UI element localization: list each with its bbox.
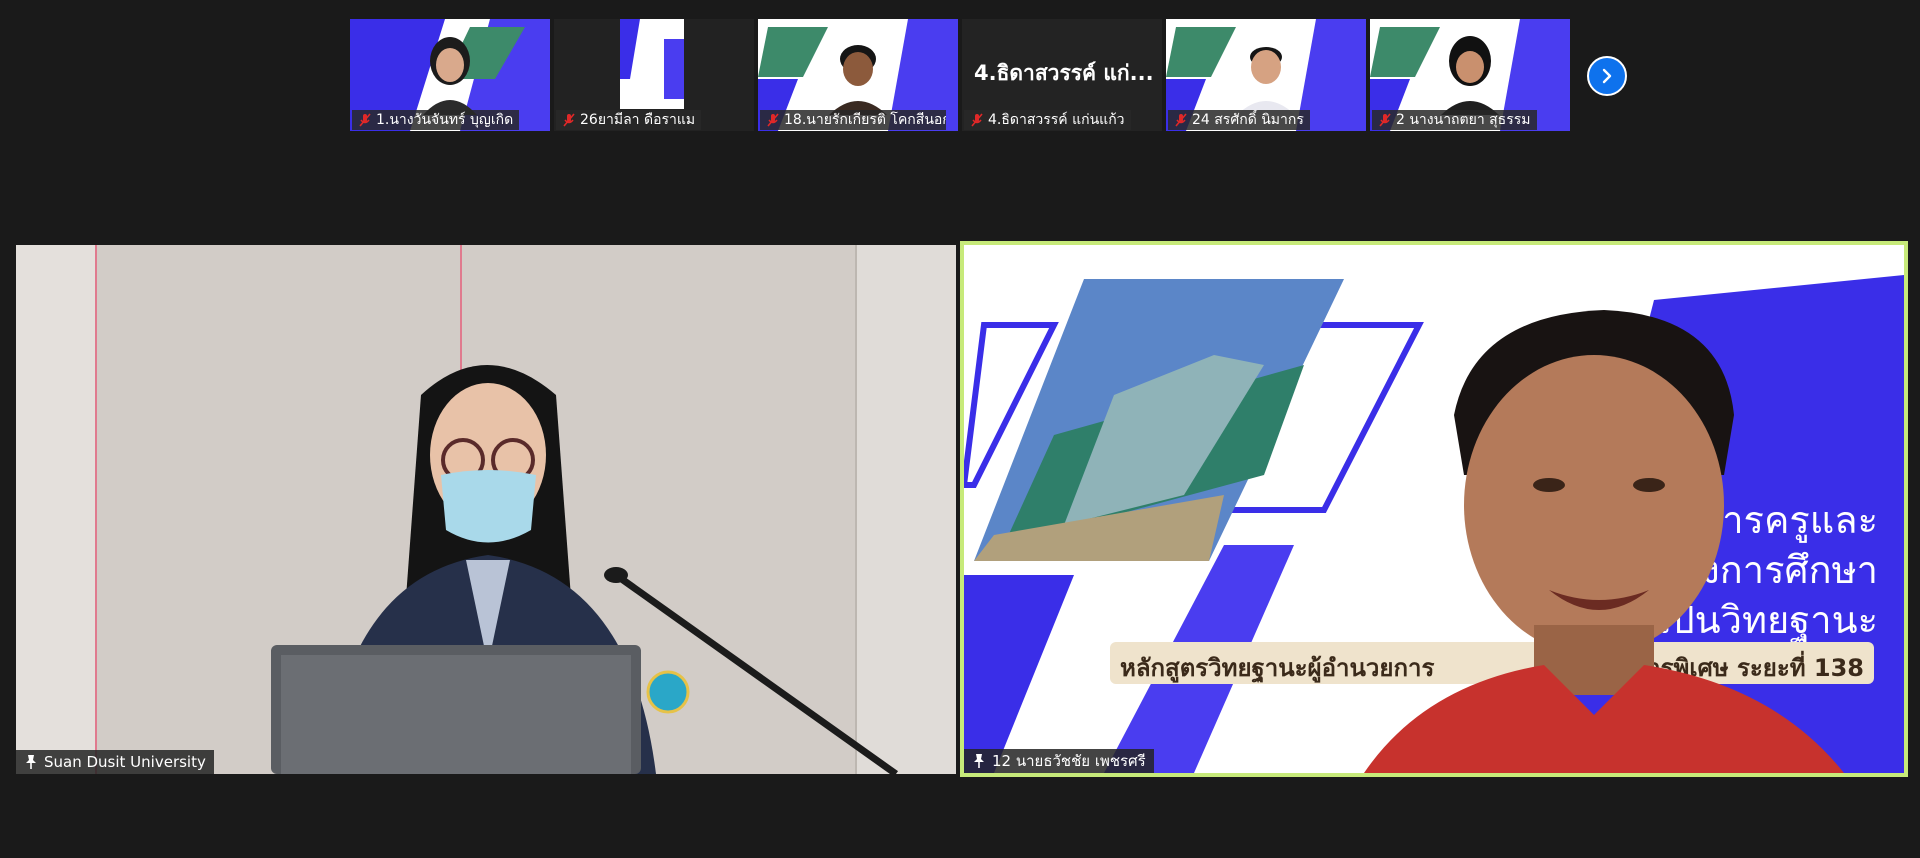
participant-name-tag: 1.นางวันจันทร์ บุญเกิด [352,110,520,130]
participant-thumbnail[interactable]: 4.ธิดาสวรรค์ แก่... 4.ธิดาสวรรค์ แก่นแก้… [962,19,1162,131]
participant-display-name: 4.ธิดาสวรรค์ แก่... [974,61,1154,85]
muted-mic-icon [563,113,575,127]
participant-thumbnail[interactable]: 1.นางวันจันทร์ บุญเกิด [350,19,550,131]
muted-mic-icon [359,113,371,127]
participant-name: 24 สรศักดิ์ นิมากร [1192,112,1304,128]
next-page-button[interactable] [1587,56,1627,96]
participant-video [16,245,956,774]
participant-name: 4.ธิดาสวรรค์ แก่นแก้ว [988,112,1125,128]
participant-thumbnail[interactable]: 26ยามีลา ดือราแม [554,19,754,131]
participant-thumbnail[interactable]: 24 สรศักดิ์ นิมากร [1166,19,1366,131]
participant-video [1441,36,1499,115]
participant-name-tag: 24 สรศักดิ์ นิมากร [1168,110,1310,130]
video-tile-active-speaker[interactable]: ราชการครูและ รทางการศึกษา นเป็นวิทยฐานะ … [960,241,1908,777]
participant-video [1237,47,1295,115]
muted-mic-icon [1379,113,1391,127]
participant-video [1364,310,1844,773]
participant-name-tag: 4.ธิดาสวรรค์ แก่นแก้ว [964,110,1131,130]
tile-name-tag: Suan Dusit University [16,750,214,774]
muted-mic-icon [1175,113,1187,127]
participant-name-tag: 26ยามีลา ดือราแม [556,110,702,130]
tile-name: Suan Dusit University [44,753,206,771]
participant-name-tag: 18.นายรักเกียรติ โคกสีนอก [760,110,946,130]
participant-name: 2 นางนาถตยา สุธรรม [1396,112,1531,128]
participant-name: 18.นายรักเกียรติ โคกสีนอก [784,112,946,128]
participant-video [423,37,477,115]
video-tile-suan-dusit[interactable]: Suan Dusit University [16,245,956,774]
tile-name-tag: 12 นายธวัชชัย เพชรศรี [964,749,1154,773]
participant-thumbnail[interactable]: 2 นางนาถตยา สุธรรม [1370,19,1570,131]
pin-icon [974,754,984,768]
tile-name: 12 นายธวัชชัย เพชรศรี [992,752,1146,770]
participant-video [829,45,887,115]
participant-name: 1.นางวันจันทร์ บุญเกิด [376,112,514,128]
participant-name: 26ยามีลา ดือราแม [580,112,696,128]
muted-mic-icon [971,113,983,127]
chevron-right-icon [1602,68,1612,84]
muted-mic-icon [767,113,779,127]
pin-icon [26,755,36,769]
participant-name-tag: 2 นางนาถตยา สุธรรม [1372,110,1537,130]
participant-thumbnail[interactable]: 18.นายรักเกียรติ โคกสีนอก [758,19,958,131]
